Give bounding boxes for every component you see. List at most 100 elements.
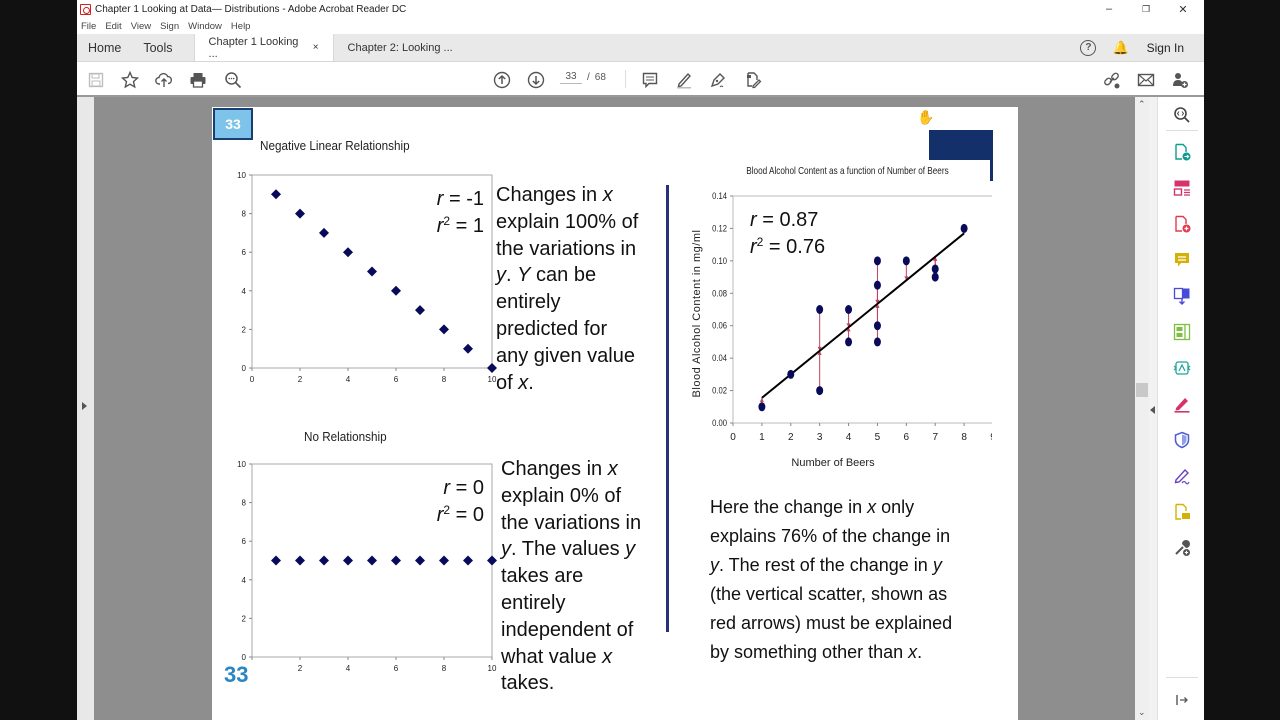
email-icon[interactable]	[1136, 70, 1156, 90]
y-tick-label: 8	[242, 210, 247, 219]
menu-file[interactable]: File	[81, 21, 96, 32]
chart-negative-linear: 02468100 2 4 6 8 10r = -1r2 = 1	[237, 171, 497, 384]
print-icon[interactable]	[188, 70, 208, 90]
scroll-down-icon[interactable]: ⌄	[1138, 707, 1146, 718]
highlight-pen-icon[interactable]	[674, 70, 694, 90]
more-tools-icon[interactable]	[1173, 539, 1191, 557]
organize-pages-icon[interactable]	[1173, 179, 1191, 197]
sign-pen-icon[interactable]	[708, 70, 728, 90]
text3-line: by something other than x.	[710, 642, 923, 662]
scan-ocr-icon[interactable]	[1173, 359, 1191, 377]
text2-line: y. The values y	[501, 538, 636, 561]
find-zoom-icon[interactable]	[223, 70, 243, 90]
data-point	[816, 386, 824, 396]
tab-chapter-2[interactable]: Chapter 2: Looking ...	[334, 34, 474, 61]
left-nav-panel-strip[interactable]	[77, 97, 94, 720]
page-separator: /	[587, 72, 590, 83]
y-tick-label: 0.14	[712, 190, 727, 201]
y-tick-label: 0.00	[712, 417, 727, 428]
protect-shield-icon[interactable]	[1173, 431, 1191, 449]
slide-number-badge: 33	[213, 108, 253, 140]
x-tick-label: 2	[298, 375, 303, 384]
x-tick-label: 4	[846, 432, 852, 443]
vertical-scrollbar[interactable]: ⌃ ⌄	[1135, 97, 1149, 720]
data-point	[816, 305, 824, 314]
y-tick-label: 6	[242, 537, 247, 546]
add-user-icon[interactable]	[1170, 70, 1190, 90]
collapse-right-panel-icon[interactable]	[1150, 406, 1155, 414]
data-point	[931, 264, 939, 274]
x-tick-label: 6	[394, 664, 399, 673]
share-link-icon[interactable]	[1102, 70, 1122, 90]
export-pdf-icon[interactable]	[1173, 143, 1191, 161]
previous-page-icon[interactable]	[492, 70, 512, 90]
restore-button[interactable]: ❐	[1131, 0, 1161, 18]
tab-tools[interactable]: Tools	[132, 34, 183, 61]
page-indicator: 33 / 68	[560, 71, 606, 84]
menu-window[interactable]: Window	[188, 21, 222, 32]
fill-sign-tool-icon[interactable]	[1173, 395, 1191, 413]
document-viewport[interactable]: 33 ✋ Negative Linear Relationship 0 2 4 6 8 1…	[77, 97, 1157, 720]
text1-line: entirely	[496, 291, 561, 314]
request-signature-icon[interactable]	[1173, 467, 1191, 485]
minimize-button[interactable]: –	[1094, 0, 1124, 18]
text1-line: predicted for	[496, 317, 608, 340]
tools-pane	[1157, 97, 1204, 720]
tab-label: Chapter 1 Looking ...	[208, 35, 299, 60]
notification-bell-icon[interactable]: 🔔	[1112, 40, 1128, 56]
y-tick-label: 4	[242, 287, 247, 296]
scrollbar-thumb[interactable]	[1136, 383, 1148, 397]
text1-line: any given value	[496, 344, 635, 367]
x-tick-label: 9	[990, 432, 992, 443]
upload-cloud-icon[interactable]	[154, 70, 174, 90]
next-page-icon[interactable]	[526, 70, 546, 90]
pdf-page: 33 ✋ Negative Linear Relationship 0 2 4 6 8 1…	[212, 107, 1018, 720]
divider-line	[666, 185, 669, 632]
text2-line: what value x	[501, 645, 613, 668]
hand-cursor-icon: ✋	[917, 109, 935, 125]
comment-tool-icon[interactable]	[1173, 251, 1191, 269]
sign-in-button[interactable]: Sign In	[1147, 41, 1184, 55]
acrobat-logo-icon	[80, 3, 91, 15]
y-tick-label: 0.02	[712, 385, 727, 396]
page-number-input[interactable]: 33	[560, 71, 582, 84]
edit-pdf-icon[interactable]	[1173, 323, 1191, 341]
text2-line: entirely	[501, 591, 566, 614]
data-point	[787, 369, 795, 379]
comment-icon[interactable]	[640, 70, 660, 90]
tab-chapter-1[interactable]: Chapter 1 Looking ... ×	[193, 34, 334, 61]
menu-help[interactable]: Help	[231, 21, 251, 32]
x-tick-label: 1	[759, 432, 765, 443]
bookmark-star-icon[interactable]	[120, 70, 140, 90]
create-pdf-icon[interactable]	[1173, 215, 1191, 233]
help-icon[interactable]: ?	[1080, 39, 1097, 56]
x-tick-label: 0	[730, 432, 736, 443]
close-window-button[interactable]: ✕	[1168, 0, 1198, 18]
y-tick-label: 8	[242, 499, 247, 508]
window-title: Chapter 1 Looking at Data— Distributions…	[95, 3, 407, 15]
scroll-up-icon[interactable]: ⌃	[1138, 99, 1146, 110]
r-annotation: r = 0.87	[750, 209, 818, 231]
menu-sign[interactable]: Sign	[160, 21, 179, 32]
collapse-panel-icon[interactable]	[1173, 691, 1191, 709]
y-tick-label: 4	[242, 576, 247, 585]
save-icon[interactable]	[86, 70, 106, 90]
x-tick-label: 3	[817, 432, 823, 443]
y-tick-label: 0	[242, 364, 247, 373]
close-tab-icon[interactable]: ×	[313, 42, 319, 53]
x-tick-label: 4	[346, 375, 351, 384]
tab-home[interactable]: Home	[77, 34, 132, 61]
combine-files-icon[interactable]	[1173, 287, 1191, 305]
menu-edit[interactable]: Edit	[105, 21, 121, 32]
x-axis-label: Number of Beers	[791, 457, 875, 469]
pane-divider	[1166, 677, 1198, 678]
zoom-search-icon[interactable]	[1173, 106, 1191, 124]
expand-left-panel-icon[interactable]	[82, 402, 87, 410]
menu-view[interactable]: View	[131, 21, 151, 32]
compress-pdf-icon[interactable]	[1173, 503, 1191, 521]
fill-sign-icon[interactable]	[743, 70, 763, 90]
data-point	[758, 402, 766, 412]
text3-line: explains 76% of the change in	[710, 526, 951, 546]
right-panel-toggle[interactable]	[1149, 97, 1157, 720]
r-annotation: r = -1	[437, 188, 484, 210]
